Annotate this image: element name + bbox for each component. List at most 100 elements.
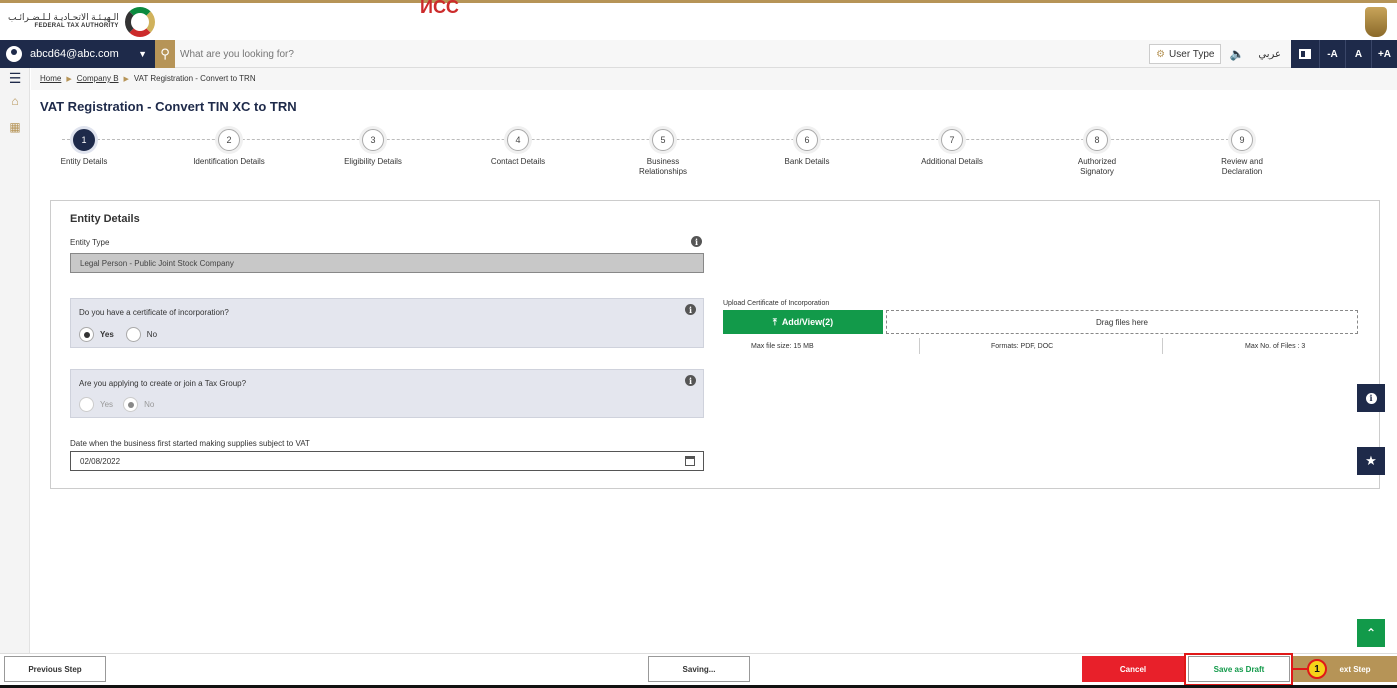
step-number: 9 xyxy=(1231,129,1253,151)
step-business-relationships[interactable]: 5 Business Relationships xyxy=(613,129,713,177)
language-toggle[interactable]: عربي xyxy=(1258,49,1281,60)
step-label: Eligibility Details xyxy=(344,157,402,166)
step-contact-details[interactable]: 4 Contact Details xyxy=(468,129,568,167)
breadcrumb-company[interactable]: Company B xyxy=(77,74,119,83)
entity-type-label: Entity Type xyxy=(70,238,110,247)
home-icon[interactable]: ⌂ xyxy=(0,88,30,114)
drop-zone-label: Drag files here xyxy=(1095,317,1149,327)
annotation-callout-badge: 1 xyxy=(1307,659,1327,679)
step-number: 6 xyxy=(796,129,818,151)
step-identification-details[interactable]: 2 Identification Details xyxy=(179,129,279,167)
star-icon: ★ xyxy=(1365,453,1377,468)
entity-type-field: Legal Person - Public Joint Stock Compan… xyxy=(70,253,704,273)
tax-group-question-panel: Are you applying to create or join a Tax… xyxy=(70,369,704,418)
step-label: Review and Declaration xyxy=(1221,157,1263,176)
search-icon: ⚲ xyxy=(160,46,170,61)
step-review-and-declaration[interactable]: 9 Review and Declaration xyxy=(1192,129,1292,177)
vat-start-date-input[interactable]: 02/08/2022 xyxy=(70,451,704,471)
logo-arabic-text: الـهيـئـة الاتحـاديـة لـلـضـرائـب xyxy=(8,12,119,22)
add-view-label: Add/View(2) xyxy=(781,317,834,327)
navbar: abcd64@abc.com ▼ ⚲ ⚙ User Type 🔈 عربي -A… xyxy=(0,40,1397,68)
logo-english-text: FEDERAL TAX AUTHORITY xyxy=(34,23,119,29)
user-type-button[interactable]: ⚙ User Type xyxy=(1149,44,1222,64)
vat-start-date-value: 02/08/2022 xyxy=(80,456,121,466)
favorites-button[interactable]: ★ xyxy=(1357,447,1385,475)
page-title: VAT Registration - Convert TIN XC to TRN xyxy=(40,99,297,114)
previous-step-button[interactable]: Previous Step xyxy=(4,656,106,682)
info-icon[interactable]: i xyxy=(685,375,696,386)
top-header: الـهيـئـة الاتحـاديـة لـلـضـرائـب FEDERA… xyxy=(0,0,1397,40)
step-entity-details[interactable]: 1 Entity Details xyxy=(34,129,134,167)
step-label: Bank Details xyxy=(784,157,830,166)
step-number: 1 xyxy=(73,129,95,151)
step-number: 5 xyxy=(652,129,674,151)
font-increase-button[interactable]: +A xyxy=(1371,40,1397,68)
calendar-icon[interactable] xyxy=(685,456,695,466)
contrast-toggle-button[interactable] xyxy=(1291,40,1319,68)
font-decrease-button[interactable]: -A xyxy=(1319,40,1345,68)
step-authorized-signatory[interactable]: 8 Authorized Signatory xyxy=(1047,129,1147,177)
certificate-yes-label: Yes xyxy=(100,330,114,339)
tax-group-yes-label: Yes xyxy=(100,400,114,409)
step-label: Contact Details xyxy=(490,157,546,166)
certificate-question-text: Do you have a certificate of incorporati… xyxy=(79,308,229,317)
user-icon xyxy=(6,46,22,62)
step-label: Business Relationships xyxy=(638,157,688,176)
tax-group-yes-radio[interactable] xyxy=(79,397,94,412)
top-accent-text: ИCC xyxy=(420,0,459,17)
step-label: Entity Details xyxy=(60,157,108,166)
certificate-yes-radio[interactable] xyxy=(79,327,94,342)
add-view-files-button[interactable]: ⤒ Add/View(2) xyxy=(723,310,883,334)
step-number: 3 xyxy=(362,129,384,151)
search-input[interactable] xyxy=(180,44,580,64)
divider xyxy=(919,338,920,354)
scroll-to-top-button[interactable]: ⌃ xyxy=(1357,619,1385,647)
saving-status-button[interactable]: Saving... xyxy=(648,656,750,682)
tax-group-no-radio[interactable] xyxy=(123,397,139,412)
info-icon: i xyxy=(1365,392,1377,404)
double-chevron-up-icon: ⌃ xyxy=(1365,626,1377,640)
max-files-text: Max No. of Files : 3 xyxy=(1245,343,1306,350)
grid-apps-icon[interactable]: ▦ xyxy=(0,114,30,140)
breadcrumb-arrow-icon: ▶ xyxy=(66,75,72,83)
info-panel-button[interactable]: i xyxy=(1357,384,1385,412)
certificate-question-panel: Do you have a certificate of incorporati… xyxy=(70,298,704,348)
tax-group-question-text: Are you applying to create or join a Tax… xyxy=(79,379,247,388)
breadcrumb-home[interactable]: Home xyxy=(40,74,61,83)
breadcrumb-arrow-icon: ▶ xyxy=(123,75,129,83)
annotation-connector xyxy=(1293,668,1307,670)
step-bank-details[interactable]: 6 Bank Details xyxy=(757,129,857,167)
vat-start-date-label: Date when the business first started mak… xyxy=(70,439,310,448)
step-number: 2 xyxy=(218,129,240,151)
step-number: 7 xyxy=(941,129,963,151)
step-eligibility-details[interactable]: 3 Eligibility Details xyxy=(323,129,423,167)
fta-logo-mark-icon xyxy=(124,7,155,37)
tax-group-no-label: No xyxy=(144,400,155,409)
breadcrumb-current: VAT Registration - Convert to TRN xyxy=(133,74,256,83)
file-drop-zone[interactable]: Drag files here xyxy=(886,310,1358,334)
user-account-dropdown[interactable]: abcd64@abc.com ▼ xyxy=(0,40,155,68)
font-reset-button[interactable]: A xyxy=(1345,40,1371,68)
upload-icon: ⤒ xyxy=(772,316,777,327)
speaker-icon[interactable]: 🔈 xyxy=(1229,47,1244,61)
uae-emblem-icon xyxy=(1365,7,1387,37)
chevron-down-icon: ▼ xyxy=(138,49,147,59)
breadcrumb: Home ▶ Company B ▶ VAT Registration - Co… xyxy=(40,74,256,83)
certificate-no-radio[interactable] xyxy=(125,327,141,342)
search-button[interactable]: ⚲ xyxy=(155,40,175,68)
annotation-highlight-box xyxy=(1184,653,1293,686)
user-email: abcd64@abc.com xyxy=(30,48,119,60)
hamburger-menu-icon[interactable]: ☰ xyxy=(0,68,30,88)
sidebar: ☰ ⌂ ▦ xyxy=(0,68,30,688)
max-file-size-text: Max file size: 15 MB xyxy=(751,343,814,350)
step-additional-details[interactable]: 7 Additional Details xyxy=(902,129,1002,167)
step-label: Additional Details xyxy=(921,157,983,166)
info-icon[interactable]: i xyxy=(691,236,702,247)
divider xyxy=(1162,338,1163,354)
fta-logo[interactable]: الـهيـئـة الاتحـاديـة لـلـضـرائـب FEDERA… xyxy=(8,7,155,37)
certificate-no-label: No xyxy=(146,330,158,339)
info-icon[interactable]: i xyxy=(685,304,696,315)
step-label: Authorized Signatory xyxy=(1077,157,1117,176)
file-formats-text: Formats: PDF, DOC xyxy=(991,343,1054,350)
cancel-button[interactable]: Cancel xyxy=(1082,656,1184,682)
